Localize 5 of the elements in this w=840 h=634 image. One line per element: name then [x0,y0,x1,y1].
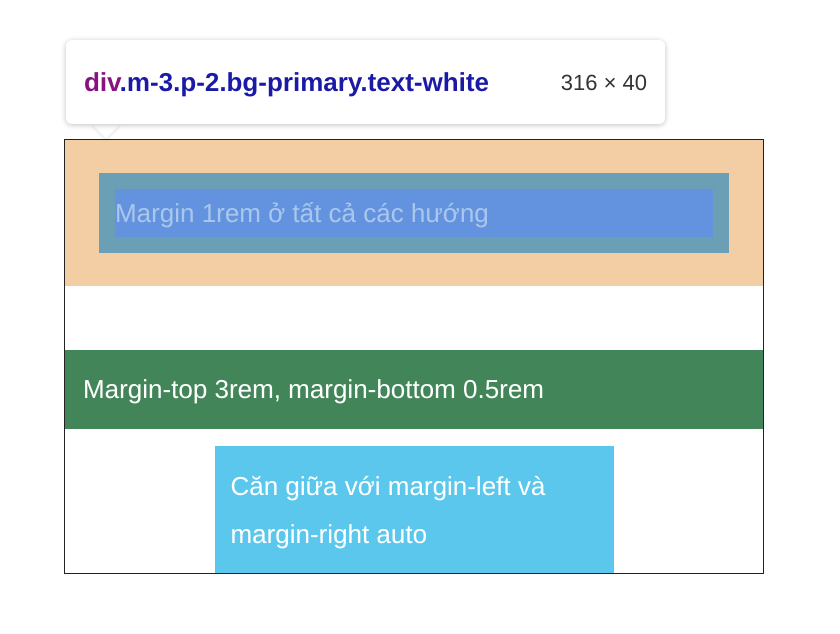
block-text: Căn giữa với margin-left và margin-right auto [230,470,546,551]
element-selector: div.m-3.p-2.bg-primary.text-white [84,68,490,96]
element-size: 316 × 40 [560,68,647,96]
block-text: Margin 1rem ở tất cả các hướng [115,196,489,230]
block-text: Margin-top 3rem, margin-bottom 0.5rem [83,373,544,406]
